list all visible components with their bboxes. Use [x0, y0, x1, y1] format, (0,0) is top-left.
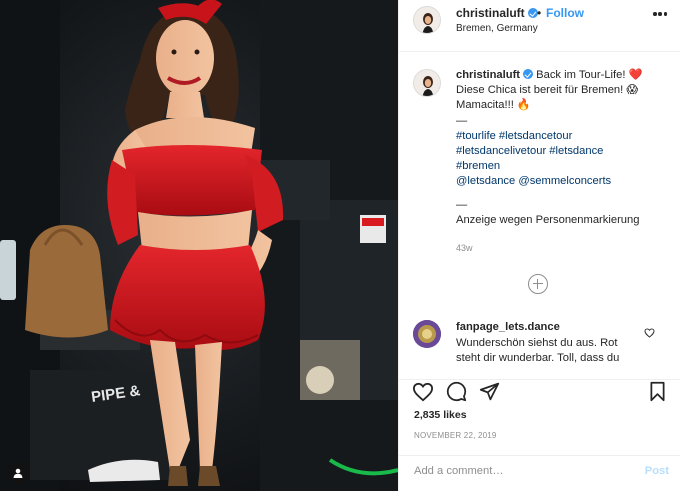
separator-dot: •	[537, 6, 542, 20]
caption-line: Back im Tour-Life! ❤️	[536, 69, 643, 81]
post-caption: christinaluft Back im Tour-Life! ❤️ Dies…	[456, 68, 668, 228]
post-date[interactable]: NOVEMBER 22, 2019	[414, 431, 497, 440]
comment-input[interactable]: Add a comment…	[414, 465, 504, 477]
hashtag-link[interactable]: #tourlife #letsdancetour	[456, 129, 668, 144]
post-side-panel: christinaluft • Follow Bremen, Germany c…	[398, 0, 680, 491]
comment-username[interactable]: fanpage_lets.dance	[456, 321, 560, 333]
bookmark-icon[interactable]	[648, 381, 667, 402]
add-comment-bar: Add a comment… Post	[399, 455, 680, 491]
post-header: christinaluft • Follow Bremen, Germany	[399, 0, 680, 52]
comment-text: Wunderschön siehst du aus. Rot steht dir…	[456, 337, 620, 364]
comment-icon[interactable]	[446, 381, 467, 402]
avatar[interactable]	[413, 69, 441, 97]
instagram-post: PIPE & christinaluft • Follow Bremen, Ge…	[0, 0, 680, 491]
caption-line: Mamacita!!! 🔥	[456, 99, 531, 112]
avatar[interactable]	[413, 320, 441, 348]
location-link[interactable]: Bremen, Germany	[456, 23, 538, 34]
caption-separator: —	[456, 198, 468, 211]
comments-section: christinaluft Back im Tour-Life! ❤️ Dies…	[399, 53, 680, 379]
caption-line: Diese Chica ist bereit für Bremen! 😱	[456, 84, 639, 97]
post-comment-button[interactable]: Post	[645, 465, 669, 477]
likes-count[interactable]: 2,835 likes	[414, 409, 467, 421]
follow-button[interactable]: Follow	[546, 6, 584, 20]
photo-illustration: PIPE &	[0, 0, 398, 491]
small-heart-icon[interactable]	[644, 328, 655, 338]
caption-timestamp[interactable]: 43w	[456, 243, 473, 253]
more-options-icon[interactable]	[653, 12, 667, 16]
post-author-username[interactable]: christinaluft	[456, 6, 538, 20]
tagged-user-icon[interactable]	[7, 462, 29, 484]
ad-disclosure: Anzeige wegen Personenmarkierung	[456, 213, 640, 226]
share-icon[interactable]	[479, 381, 500, 402]
mention-link[interactable]: @letsdance @semmelconcerts	[456, 174, 668, 189]
caption-separator: —	[456, 114, 468, 127]
hashtag-link[interactable]: #letsdancelivetour #letsdance	[456, 144, 668, 159]
caption-username[interactable]: christinaluft	[456, 69, 520, 81]
hashtag-link[interactable]: #bremen	[456, 159, 668, 174]
plus-circle-icon[interactable]	[528, 274, 548, 294]
post-actions: 2,835 likes NOVEMBER 22, 2019	[399, 379, 680, 454]
heart-icon[interactable]	[412, 382, 434, 402]
post-photo[interactable]: PIPE &	[0, 0, 398, 491]
avatar[interactable]	[413, 6, 441, 34]
verified-badge-icon	[523, 69, 534, 79]
